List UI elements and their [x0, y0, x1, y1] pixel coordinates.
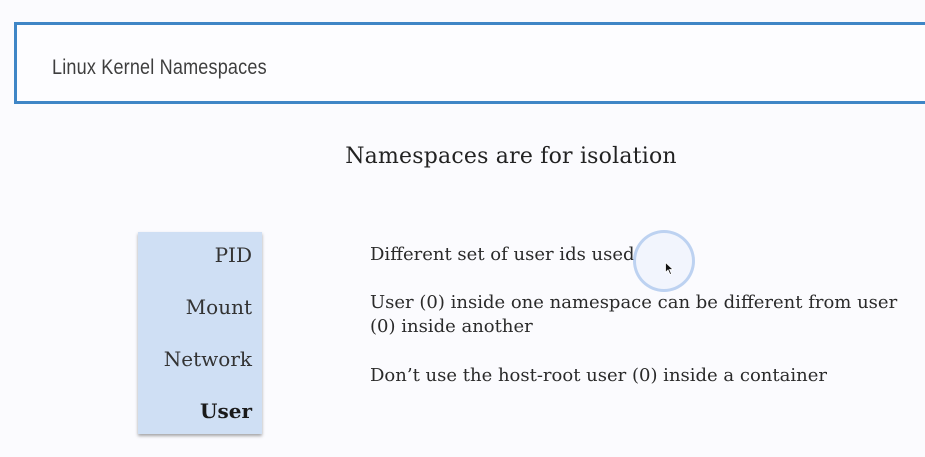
title-bar: Linux Kernel Namespaces — [14, 22, 925, 104]
description-2: User (0) inside one namespace can be dif… — [370, 292, 898, 337]
mouse-pointer-icon — [665, 261, 675, 280]
namespace-item-pid[interactable]: PID — [215, 243, 252, 267]
namespace-list: PID Mount Network User — [138, 232, 262, 434]
page-title: Linux Kernel Namespaces — [52, 56, 267, 79]
namespace-item-mount[interactable]: Mount — [186, 295, 252, 319]
click-ring-icon — [633, 230, 695, 292]
section-heading: Namespaces are for isolation — [345, 144, 677, 169]
namespace-item-user[interactable]: User — [200, 399, 252, 423]
description-3: Don’t use the host-root user (0) inside … — [370, 365, 827, 386]
namespace-item-network[interactable]: Network — [164, 347, 252, 371]
